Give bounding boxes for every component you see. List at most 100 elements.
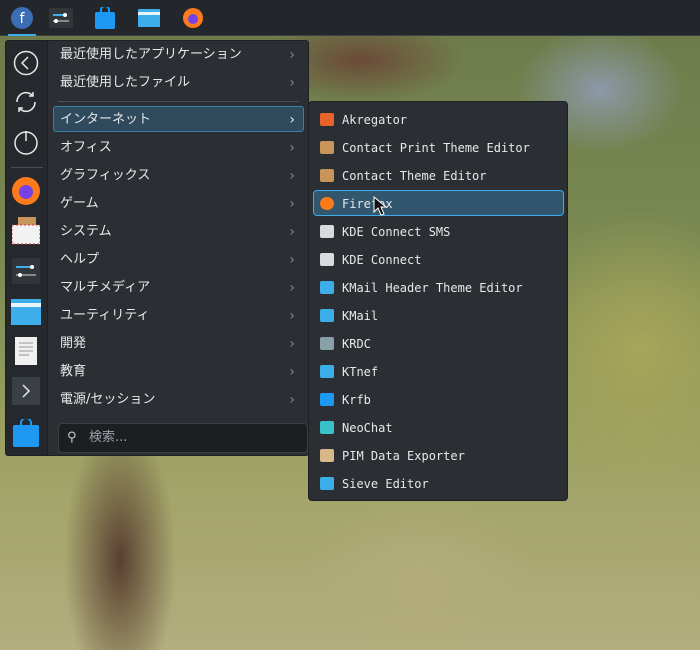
chevron-right-icon: › [289,75,295,91]
app-item[interactable]: KTnef [313,358,564,384]
mouse-cursor-icon [373,196,387,216]
app-item[interactable]: KMail [313,302,564,328]
monitor-icon [320,393,334,406]
app-item[interactable]: KDE Connect SMS [313,218,564,244]
system-settings-icon[interactable] [11,256,41,286]
chevron-right-icon: › [289,392,295,408]
search-placeholder: 検索... [89,430,128,445]
firefox-icon[interactable] [181,6,205,30]
phone-icon [320,225,334,238]
category-label: グラフィックス [60,168,151,183]
app-label: Akregator [342,113,408,127]
fedora-launcher-icon[interactable]: f [8,6,36,36]
chevron-right-icon: › [289,280,295,296]
favorites-sidebar [6,41,48,455]
category-item[interactable]: マルチメディア › [53,274,304,300]
archive-icon [320,449,334,462]
mail-icon [320,365,334,378]
back-icon[interactable] [11,48,41,78]
category-item[interactable]: オフィス › [53,134,304,160]
firefox-icon [320,197,334,210]
category-divider [58,101,299,102]
sidebar-divider [11,167,43,168]
category-label: 最近使用したアプリケーション [60,47,242,62]
app-item[interactable]: Contact Print Theme Editor [313,134,564,160]
search-icon: ⚲ [67,430,77,445]
refresh-icon[interactable] [11,87,41,117]
chevron-right-icon: › [289,308,295,324]
app-item[interactable]: NeoChat [313,414,564,440]
rss-icon [320,113,334,126]
category-label: オフィス [60,140,112,155]
chevron-right-icon: › [289,168,295,184]
app-item[interactable]: KRDC [313,330,564,356]
chevron-right-icon: › [289,196,295,212]
app-item[interactable]: KDE Connect [313,246,564,272]
power-icon[interactable] [11,127,41,157]
category-label: インターネット [60,112,152,127]
app-item[interactable]: Contact Theme Editor [313,162,564,188]
category-item[interactable]: 最近使用したファイル › [53,69,304,95]
category-item[interactable]: 電源/セッション › [53,386,304,412]
chevron-right-icon: › [289,224,295,240]
app-label: Contact Theme Editor [342,169,487,183]
app-item[interactable]: Sieve Editor [313,470,564,496]
mail-icon [320,309,334,322]
app-label: Contact Print Theme Editor [342,141,530,155]
category-label: ゲーム [60,196,99,211]
taskbar-panel: f [0,0,700,36]
chat-icon [320,421,334,434]
discover-icon[interactable] [11,418,41,448]
firefox-icon[interactable] [11,176,41,206]
app-label: Krfb [342,393,371,407]
category-label: 電源/セッション [60,392,156,407]
system-settings-icon[interactable] [49,6,73,30]
category-item[interactable]: グラフィックス › [53,162,304,188]
category-item[interactable]: 開発 › [53,330,304,356]
category-label: ヘルプ [60,252,100,267]
search-input[interactable]: ⚲ 検索... [58,423,308,453]
discover-icon[interactable] [93,6,117,30]
app-item[interactable]: Firefox [313,190,564,216]
application-launcher-menu: 最近使用したアプリケーション › 最近使用したファイル › インターネット › オフィス › グ… [5,40,309,456]
app-item[interactable]: Akregator [313,106,564,132]
app-item[interactable]: KMail Header Theme Editor [313,274,564,300]
category-label: 最近使用したファイル [60,75,191,90]
app-label: Sieve Editor [342,477,429,491]
app-label: KMail [342,309,379,323]
app-label: KMail Header Theme Editor [342,281,523,295]
app-label: PIM Data Exporter [342,449,465,463]
app-label: KDE Connect [342,253,422,267]
category-item[interactable]: システム › [53,218,304,244]
internet-submenu: Akregator Contact Print Theme Editor Conta… [308,101,568,501]
mail-icon [320,477,334,490]
app-label: KRDC [342,337,371,351]
category-item[interactable]: 教育 › [53,358,304,384]
chevron-right-icon: › [289,364,295,380]
app-label: NeoChat [342,421,393,435]
category-item[interactable]: インターネット › [53,106,304,132]
app-label: KTnef [342,365,379,379]
chevron-right-icon: › [289,336,295,352]
app-item[interactable]: PIM Data Exporter [313,442,564,468]
contact-icon [320,169,334,182]
category-label: システム [60,224,112,239]
category-item[interactable]: ヘルプ › [53,246,304,272]
chevron-right-icon: › [289,112,295,128]
category-item[interactable]: ゲーム › [53,190,304,216]
konsole-icon[interactable] [11,376,41,406]
dolphin-folder-icon[interactable] [137,6,161,30]
category-label: 教育 [60,364,87,379]
kontact-icon[interactable] [11,216,41,246]
category-item[interactable]: 最近使用したアプリケーション › [53,41,304,67]
category-item[interactable]: ユーティリティ › [53,302,304,328]
dolphin-folder-icon[interactable] [11,297,41,327]
app-label: KDE Connect SMS [342,225,451,239]
contact-icon [320,141,334,154]
app-item[interactable]: Krfb [313,386,564,412]
chevron-right-icon: › [289,47,295,63]
chevron-right-icon: › [289,252,295,268]
monitor-icon [320,337,334,350]
text-editor-icon[interactable] [11,336,41,366]
category-label: 開発 [60,336,87,351]
